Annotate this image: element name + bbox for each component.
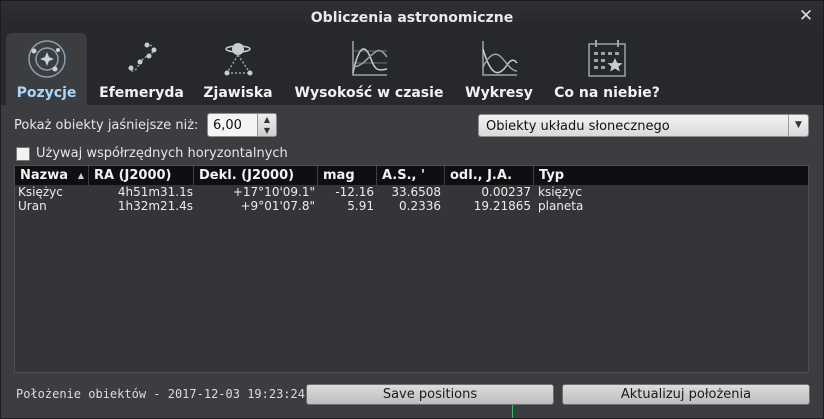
magnitude-spinbox[interactable]: 6,00 ▲ ▼ [207,113,277,137]
table-row[interactable]: Księżyc 4h51m31.1s +17°10'09.1" -12.16 3… [15,185,808,200]
column-header-distance[interactable]: odl., J.A. [445,166,534,185]
chevron-down-icon[interactable]: ▼ [788,115,808,136]
close-icon[interactable]: ✕ [797,7,815,25]
cell-ra: 1h32m21.4s [117,199,193,213]
tab-whats-up-label: Co na niebie? [554,85,660,101]
tab-bar: Pozycje Efemeryda Zjawiska Wysokość w cz… [1,31,823,105]
tab-whats-up[interactable]: Co na niebie? [549,33,665,105]
cell-ra: 4h51m31.1s [117,185,193,199]
graphs-icon [482,41,518,76]
tab-altitude[interactable]: Wysokość w czasie [289,33,449,105]
window-title: Obliczenia astronomiczne [310,10,514,26]
cell-mag: 5.91 [347,199,374,213]
column-header-ra[interactable]: RA (J2000) [89,166,194,185]
tab-ephemeris-label: Efemeryda [99,85,184,101]
title-bar[interactable]: Obliczenia astronomiczne ✕ [1,1,823,31]
tab-phenomena-label: Zjawiska [203,85,273,101]
column-header-dec[interactable]: Dekl. (J2000) [194,166,318,185]
update-positions-button[interactable]: Aktualizuj położenia [562,384,810,405]
cell-type: planeta [538,199,584,213]
altitude-graph-icon [352,41,388,76]
tab-graphs-label: Wykresy [465,85,533,101]
column-header-angular-size[interactable]: A.S., ' [377,166,445,185]
phenomena-icon [224,43,253,76]
column-header-mag[interactable]: mag [318,166,377,185]
horizontal-coords-label[interactable]: Używaj współrzędnych horyzontalnych [36,146,288,161]
cell-type: księżyc [538,185,582,199]
ephemeris-icon [128,42,156,72]
tab-phenomena[interactable]: Zjawiska [197,33,279,105]
object-type-value: Obiekty układu słonecznego [486,119,670,134]
astronomical-calculations-window: Obliczenia astronomiczne ✕ Pozycje Efeme… [0,0,824,419]
object-type-dropdown[interactable]: Obiekty układu słonecznego ▼ [478,114,809,137]
cell-dec: +17°10'09.1" [232,185,315,199]
positions-table: Nazwa ▲ RA (J2000) Dekl. (J2000) mag A.S… [14,165,809,373]
save-positions-button[interactable]: Save positions [306,384,554,405]
solar-system-icon [27,40,66,78]
column-header-name[interactable]: Nazwa ▲ [15,166,89,185]
column-header-label: Nazwa [20,168,69,183]
tab-positions-label: Pozycje [16,85,77,101]
cell-name: Księżyc [18,185,63,199]
tab-altitude-label: Wysokość w czasie [294,85,444,101]
cell-mag: -12.16 [335,185,374,199]
tab-graphs[interactable]: Wykresy [459,33,539,105]
tab-positions[interactable]: Pozycje [6,33,87,105]
sky-line-decoration [512,405,513,418]
cell-distance: 0.00237 [481,185,531,199]
magnitude-filter-label: Pokaż obiekty jaśniejsze niż: [14,118,199,133]
cell-name: Uran [18,199,47,213]
cell-angular-size: 0.2336 [399,199,441,213]
table-row[interactable]: Uran 1h32m21.4s +9°01'07.8" 5.91 0.2336 … [15,199,808,214]
spin-buttons: ▲ ▼ [257,114,276,136]
status-text: Położenie obiektów - 2017-12-03 19:23:24 [16,387,305,401]
decrement-arrow-icon[interactable]: ▼ [258,125,276,136]
tab-ephemeris[interactable]: Efemeryda [94,33,189,105]
magnitude-value[interactable]: 6,00 [213,118,242,133]
column-header-type[interactable]: Typ [534,166,808,185]
table-header: Nazwa ▲ RA (J2000) Dekl. (J2000) mag A.S… [15,166,808,185]
horizontal-coords-checkbox[interactable] [16,147,30,161]
cell-dec: +9°01'07.8" [240,199,316,213]
cell-angular-size: 33.6508 [391,185,441,199]
increment-arrow-icon[interactable]: ▲ [258,114,276,125]
calendar-star-icon [588,40,626,77]
cell-distance: 19.21865 [473,199,531,213]
sort-ascending-icon: ▲ [77,171,84,180]
